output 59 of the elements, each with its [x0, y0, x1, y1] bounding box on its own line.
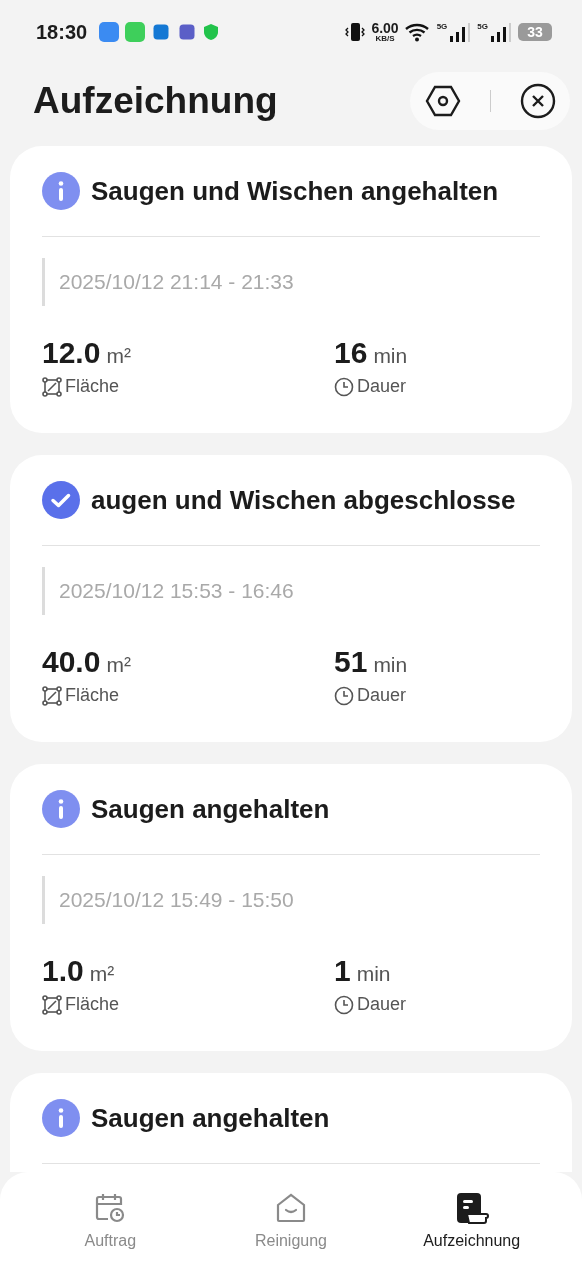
duration-label: Dauer: [357, 376, 407, 397]
page-title: Aufzeichnung: [33, 80, 278, 122]
area-unit: m²: [106, 344, 131, 368]
checkmark-icon: [42, 481, 80, 519]
area-unit: m²: [89, 962, 115, 986]
record-time-range: 2025/10/12 15:49 - 15:50: [42, 876, 540, 924]
battery-level: 33: [518, 23, 552, 41]
record-title: Saugen angehalten: [91, 1102, 330, 1134]
shield-icon: [203, 23, 220, 41]
area-icon: [42, 994, 62, 1015]
duration-value: 16: [334, 336, 368, 370]
clock-icon: [334, 376, 354, 397]
close-button[interactable]: [519, 83, 556, 119]
home-icon: [275, 1192, 307, 1224]
nav-tab[interactable]: Aufzeichnung: [396, 1172, 547, 1280]
area-icon: [42, 376, 62, 397]
area-value: 1.0: [42, 954, 84, 988]
info-icon: [42, 172, 80, 210]
nav-tab[interactable]: Reinigung: [216, 1172, 366, 1280]
record-title: Saugen und Wischen angehalten: [91, 175, 499, 207]
document-icon: [454, 1192, 489, 1224]
settings-button[interactable]: [424, 83, 461, 119]
clock-icon: [334, 994, 354, 1015]
area-unit: m²: [106, 653, 131, 677]
area-label: Fläche: [65, 994, 120, 1015]
signal-icon: [489, 21, 512, 43]
record-card[interactable]: Saugen angehalten: [10, 1073, 572, 1172]
area-value: 40.0: [42, 645, 101, 679]
area-icon: [42, 685, 62, 706]
info-icon: [42, 790, 80, 828]
status-time: 18:30: [36, 20, 88, 44]
record-card[interactable]: augen und Wischen abgeschlosse 2025/10/12 15:53 - 16:46 40.0 m² Fläche 51 min Dauer: [10, 455, 572, 742]
duration-value: 51: [334, 645, 368, 679]
wifi-icon: [404, 22, 431, 42]
network-speed: 6.00: [371, 21, 399, 35]
duration-label: Dauer: [357, 685, 407, 706]
nav-tab[interactable]: Auftrag: [35, 1172, 186, 1280]
duration-unit: min: [373, 653, 408, 677]
duration-label: Dauer: [357, 994, 407, 1015]
speed-unit: KB/S: [375, 35, 395, 43]
clock-icon: [334, 685, 354, 706]
vibrate-icon: [345, 21, 366, 43]
record-card[interactable]: Saugen und Wischen angehalten 2025/10/12 21:14 - 21:33 12.0 m² Fläche 16 min Dauer: [10, 146, 572, 433]
record-time-range: 2025/10/12 15:53 - 16:46: [42, 567, 540, 615]
record-title: Saugen angehalten: [91, 793, 330, 825]
duration-unit: min: [356, 962, 391, 986]
area-label: Fläche: [65, 685, 120, 706]
record-card[interactable]: Saugen angehalten 2025/10/12 15:49 - 15:50 1.0 m² Fläche 1 min Dauer: [10, 764, 572, 1051]
record-time-range: 2025/10/12 21:14 - 21:33: [42, 258, 540, 306]
signal-icon: [448, 21, 472, 43]
network-type: 5G: [436, 21, 448, 31]
info-icon: [42, 1099, 80, 1137]
duration-unit: min: [373, 344, 408, 368]
calendar-clock-icon: [94, 1192, 127, 1224]
area-value: 12.0: [42, 336, 101, 370]
duration-value: 1: [334, 954, 351, 988]
record-title: augen und Wischen abgeschlosse: [91, 484, 516, 516]
network-type: 5G: [477, 21, 488, 31]
area-label: Fläche: [65, 376, 120, 397]
